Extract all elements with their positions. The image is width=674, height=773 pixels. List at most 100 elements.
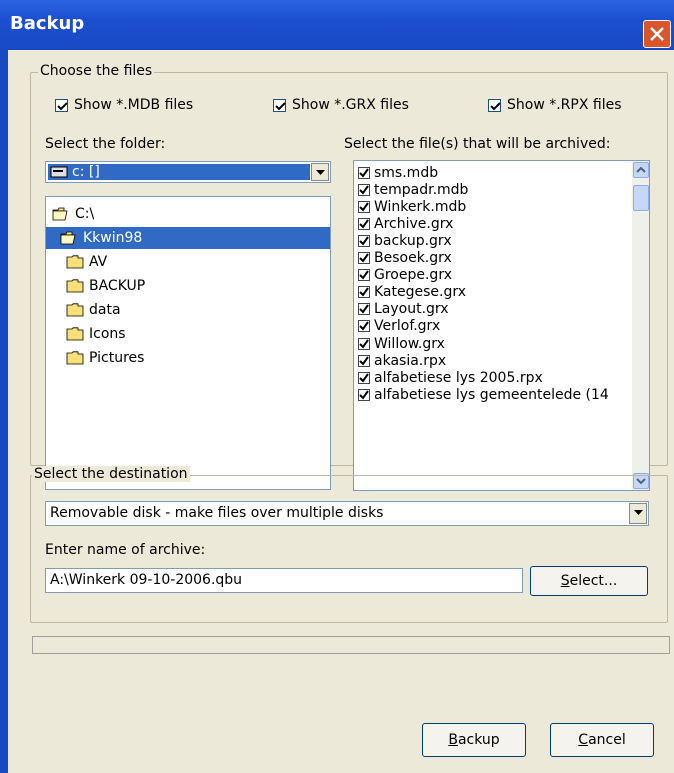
checkbox-box	[488, 98, 501, 112]
file-list-item[interactable]: akasia.rpx	[358, 352, 446, 369]
select-files-label: Select the file(s) that will be archived…	[344, 136, 611, 152]
folder-tree[interactable]: C:\ Kkwin98 AV BACKUP data Icons Picture…	[45, 196, 331, 490]
checkbox-box	[273, 98, 286, 112]
backup-dialog: Backup Choose the files Show *.MDB files…	[0, 0, 674, 773]
show-grx-checkbox[interactable]: Show *.GRX files	[273, 97, 409, 113]
file-checkbox[interactable]	[358, 234, 370, 247]
file-list[interactable]: sms.mdb tempadr.mdb Winkerk.mdb Archive.grx…	[353, 160, 650, 491]
tree-item-label: Icons	[89, 326, 126, 342]
scroll-thumb[interactable]	[633, 185, 649, 211]
tree-item[interactable]: data	[66, 299, 121, 321]
tree-item[interactable]: C:\	[52, 203, 94, 225]
check-icon	[359, 167, 369, 178]
file-list-item[interactable]: Winkerk.mdb	[358, 198, 466, 215]
file-list-item[interactable]: backup.grx	[358, 232, 452, 249]
check-icon	[275, 101, 286, 110]
close-button[interactable]	[643, 20, 671, 48]
file-name: Archive.grx	[374, 215, 454, 232]
show-mdb-checkbox[interactable]: Show *.MDB files	[55, 97, 193, 113]
file-list-item[interactable]: Besoek.grx	[358, 250, 452, 267]
check-icon	[359, 338, 369, 349]
check-icon	[359, 219, 369, 229]
check-icon	[359, 287, 369, 297]
drive-select[interactable]: c: []	[45, 161, 331, 183]
show-rpx-checkbox[interactable]: Show *.RPX files	[488, 97, 622, 113]
tree-item-label: Pictures	[89, 350, 145, 366]
destination-dropdown-button[interactable]	[629, 503, 647, 524]
file-list-item[interactable]: Kategese.grx	[358, 284, 466, 301]
file-name: Winkerk.mdb	[374, 198, 467, 215]
file-name: Verlof.grx	[374, 318, 441, 335]
file-checkbox[interactable]	[358, 354, 370, 367]
file-checkbox[interactable]	[358, 269, 370, 282]
file-list-scrollbar[interactable]	[632, 161, 649, 490]
close-icon	[650, 27, 664, 41]
folder-open-icon	[52, 207, 68, 221]
file-list-item[interactable]: Willow.grx	[358, 335, 445, 352]
tree-item-label: C:\	[75, 206, 95, 222]
file-list-item[interactable]: Verlof.grx	[358, 318, 440, 335]
file-name: backup.grx	[374, 232, 452, 249]
archive-name-input[interactable]: A:\Winkerk 09-10-2006.qbu	[45, 568, 523, 593]
chevron-up-icon	[636, 166, 646, 173]
file-name: Groepe.grx	[374, 267, 452, 284]
dialog-body: Choose the files Show *.MDB files Show *…	[8, 50, 674, 773]
title-bar[interactable]: Backup	[0, 0, 674, 50]
file-checkbox[interactable]	[358, 286, 370, 299]
folder-icon	[66, 303, 84, 317]
check-icon	[359, 185, 369, 195]
folder-icon	[66, 327, 84, 341]
tree-item[interactable]: BACKUP	[66, 275, 145, 297]
file-list-item[interactable]: alfabetiese lys gemeentelede (14	[358, 386, 609, 403]
file-list-item[interactable]: tempadr.mdb	[358, 181, 468, 198]
file-checkbox[interactable]	[358, 337, 370, 350]
drive-icon	[50, 166, 68, 178]
file-checkbox[interactable]	[358, 388, 370, 401]
select-folder-label: Select the folder:	[45, 136, 166, 152]
show-rpx-label: Show *.RPX files	[507, 97, 622, 113]
file-checkbox[interactable]	[358, 303, 370, 316]
file-list-item[interactable]: sms.mdb	[358, 164, 438, 181]
file-name: Willow.grx	[374, 335, 445, 352]
file-name: akasia.rpx	[374, 352, 447, 369]
file-checkbox[interactable]	[358, 200, 370, 213]
check-icon	[359, 202, 369, 212]
check-icon	[359, 270, 369, 280]
choose-files-legend: Choose the files	[38, 63, 155, 79]
check-icon	[57, 101, 68, 110]
file-list-item[interactable]: alfabetiese lys 2005.rpx	[358, 369, 543, 386]
file-name: tempadr.mdb	[374, 181, 469, 198]
backup-button[interactable]: Backup	[422, 723, 526, 757]
tree-item[interactable]: Icons	[66, 323, 126, 345]
folder-icon	[66, 255, 84, 269]
check-icon	[359, 390, 369, 400]
tree-item[interactable]: Pictures	[66, 347, 144, 369]
cancel-label: ancel	[588, 732, 626, 748]
cancel-button[interactable]: Cancel	[550, 723, 654, 757]
scroll-up-button[interactable]	[633, 162, 649, 178]
drive-dropdown-button[interactable]	[311, 163, 329, 181]
file-checkbox[interactable]	[358, 371, 370, 384]
file-list-item[interactable]: Groepe.grx	[358, 267, 452, 284]
file-list-item[interactable]: Archive.grx	[358, 215, 453, 232]
tree-item[interactable]: AV	[66, 251, 107, 273]
file-checkbox[interactable]	[358, 166, 370, 179]
progress-bar	[32, 636, 670, 654]
check-icon	[490, 101, 501, 110]
file-name: Besoek.grx	[374, 250, 452, 266]
file-checkbox[interactable]	[358, 183, 370, 196]
drive-value: c: []	[72, 164, 100, 180]
file-name: Kategese.grx	[374, 284, 467, 301]
folder-icon	[66, 279, 84, 293]
destination-select[interactable]: Removable disk - make files over multipl…	[45, 501, 649, 526]
chevron-down-icon	[316, 170, 325, 175]
file-list-item[interactable]: Layout.grx	[358, 301, 449, 318]
select-button[interactable]: Select...	[530, 566, 648, 596]
tree-item-label: data	[89, 302, 121, 318]
file-checkbox[interactable]	[358, 217, 370, 230]
file-checkbox[interactable]	[358, 320, 370, 333]
file-checkbox[interactable]	[358, 252, 370, 264]
backup-label: ackup	[457, 732, 500, 748]
check-icon	[359, 236, 369, 246]
tree-item-selected[interactable]: Kkwin98	[46, 227, 330, 249]
